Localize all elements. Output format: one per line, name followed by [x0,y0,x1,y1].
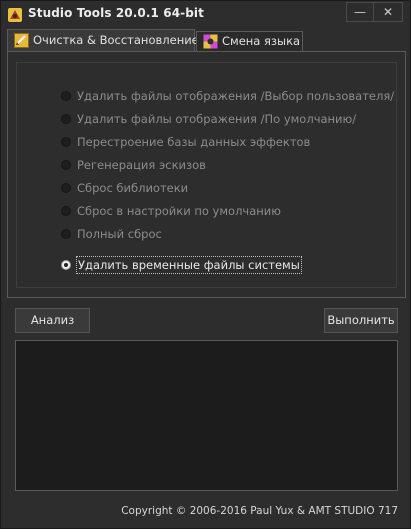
run-button[interactable]: Выполнить [324,308,398,333]
option-label: Сброс библиотеки [77,181,189,195]
analyze-button[interactable]: Анализ [15,308,90,333]
option-label: Перестроение базы данных эффектов [77,135,311,149]
option-label: Сброс в настройки по умолчанию [77,204,281,218]
radio-button[interactable] [61,229,71,239]
minimize-icon: — [354,5,366,19]
radio-button-selected[interactable] [61,260,71,270]
studio-tools-app-icon [8,8,22,22]
radio-button[interactable] [61,114,71,124]
option-label: Регенерация эскизов [77,158,206,172]
cleanup-panel: Удалить файлы отображения /Выбор пользов… [7,51,406,298]
option-label: Удалить файлы отображения /По умолчанию/ [77,112,357,126]
close-button[interactable]: ✕ [373,2,403,22]
log-output-area[interactable] [15,340,398,491]
window-title: Studio Tools 20.0.1 64-bit [28,6,204,20]
close-icon: ✕ [382,5,394,19]
app-window: Studio Tools 20.0.1 64-bit — ✕ Очистка &… [0,0,411,529]
radio-button[interactable] [61,206,71,216]
tab-cleanup-restore[interactable]: Очистка & Восстановление [7,29,199,52]
radio-button[interactable] [61,160,71,170]
tab-label: Смена языка [222,34,301,48]
option-label: Полный сброс [77,227,162,241]
tab-change-language[interactable]: Смена языка [196,31,303,51]
language-icon [203,34,218,49]
minimize-button[interactable]: — [346,2,374,22]
option-label: Удалить файлы отображения /Выбор пользов… [77,89,395,103]
title-bar[interactable]: Studio Tools 20.0.1 64-bit — ✕ [1,1,410,28]
option-label: Удалить временные файлы системы [76,256,302,274]
options-group: Удалить файлы отображения /Выбор пользов… [16,62,397,288]
tab-label: Очистка & Восстановление [33,33,199,47]
radio-button[interactable] [61,183,71,193]
cleanup-icon [14,33,29,48]
radio-button[interactable] [61,137,71,147]
radio-button[interactable] [61,91,71,101]
copyright-text: Copyright © 2006-2016 Paul Yux & AMT STU… [121,505,398,517]
